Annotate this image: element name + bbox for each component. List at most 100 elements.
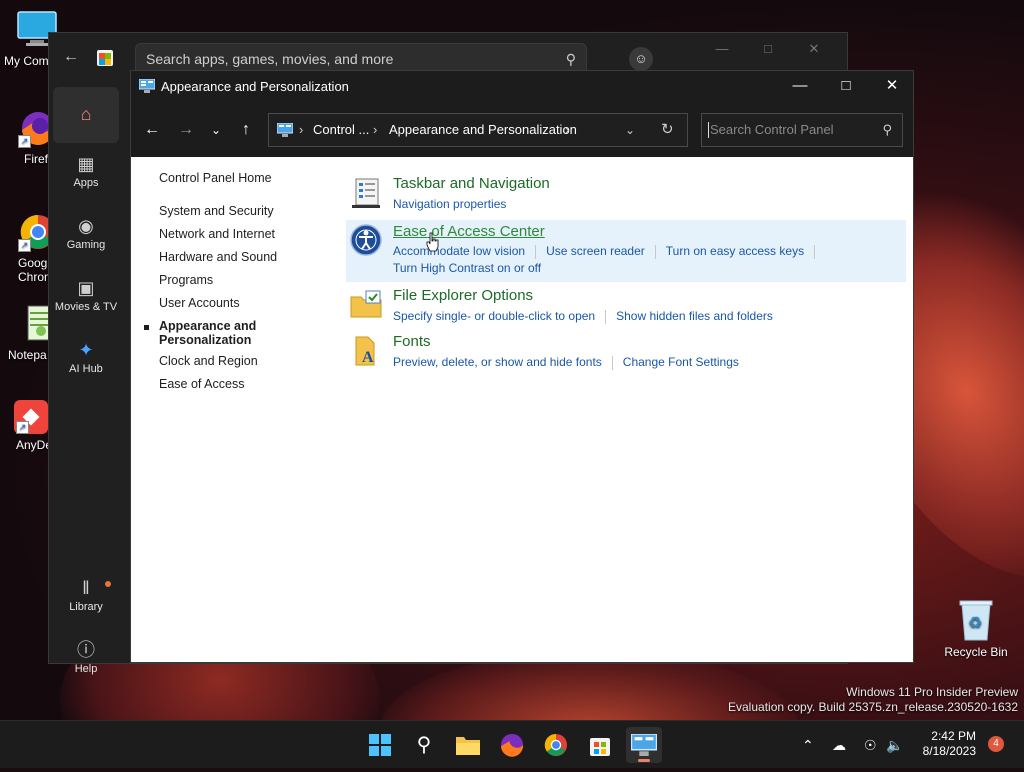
taskbar-chrome[interactable] (538, 727, 574, 763)
movies-icon: ▣ (77, 278, 95, 298)
taskbar-search-button[interactable]: ⚲ (406, 727, 442, 763)
control-panel-icon (139, 79, 155, 93)
store-nav-label: Gaming (66, 239, 106, 251)
hand-cursor-icon (426, 232, 439, 252)
taskbar: ⚲ ⌃ ☁ ☉ 🔈 2:42 PM 8/18/2023 4 (0, 720, 1024, 768)
active-bullet (144, 325, 149, 330)
search-control-panel-input[interactable]: Search Control Panel ⚲ (701, 113, 903, 147)
nav-clock-and-region[interactable]: Clock and Region (159, 354, 258, 368)
close-button[interactable]: ✕ (869, 71, 915, 103)
anydesk-icon: ↗ (14, 400, 48, 434)
category-title[interactable]: Fonts (393, 333, 431, 350)
minimize-button[interactable]: — (699, 41, 745, 56)
desktop-icon-recycle-bin[interactable]: ♻ Recycle Bin (940, 598, 1012, 659)
store-nav-ai-hub[interactable]: ✦ AI Hub (53, 337, 119, 393)
category-file-explorer-options: File Explorer Options Specify single- or… (346, 287, 906, 327)
show-hidden-icons-button[interactable]: ⌃ (802, 721, 814, 769)
taskbar-store[interactable] (582, 727, 618, 763)
forward-button[interactable]: → (173, 117, 199, 143)
store-nav-library[interactable]: ‖ Library (53, 575, 119, 631)
ease-of-access-icon (350, 224, 382, 256)
chevron-right-icon: › (565, 122, 570, 137)
link-preview-fonts[interactable]: Preview, delete, or show and hide fonts (393, 355, 602, 369)
link-high-contrast[interactable]: Turn High Contrast on or off (393, 261, 541, 275)
control-panel-titlebar: Appearance and Personalization — □ ✕ (131, 71, 913, 103)
nav-network-and-internet[interactable]: Network and Internet (159, 227, 275, 241)
category-title[interactable]: Ease of Access Center (393, 223, 545, 240)
nav-system-and-security[interactable]: System and Security (159, 204, 274, 218)
address-bar[interactable]: › Control ... › Appearance and Personali… (268, 113, 688, 147)
chevron-up-icon: ⌃ (802, 737, 814, 753)
taskbar-control-panel[interactable] (626, 727, 662, 763)
link-change-font-settings[interactable]: Change Font Settings (623, 355, 739, 369)
nav-user-accounts[interactable]: User Accounts (159, 296, 240, 310)
apps-icon: ▦ (77, 154, 95, 174)
chevron-down-icon[interactable]: ⌄ (625, 114, 635, 146)
gamepad-icon: ◉ (78, 216, 94, 236)
nav-control-panel-home[interactable]: Control Panel Home (159, 171, 272, 185)
store-nav-help[interactable]: ⓘ Help (53, 637, 119, 693)
svg-text:A: A (362, 349, 374, 366)
nav-appearance-and-personalization[interactable]: Appearance and Personalization (144, 319, 257, 347)
link-show-hidden-files[interactable]: Show hidden files and folders (616, 309, 773, 323)
link-navigation-properties[interactable]: Navigation properties (393, 197, 506, 211)
notification-dot (105, 581, 111, 587)
category-links: Accommodate low vision Use screen reader T… (393, 244, 825, 259)
taskbar-icon (352, 178, 380, 208)
notification-badge[interactable]: 4 (988, 736, 1004, 752)
nav-programs[interactable]: Programs (159, 273, 213, 287)
chevron-right-icon: › (299, 122, 304, 137)
nav-hardware-and-sound[interactable]: Hardware and Sound (159, 250, 277, 264)
store-nav-label: Library (69, 601, 103, 613)
breadcrumb-control-panel[interactable]: Control ... (313, 114, 369, 146)
recent-locations-button[interactable]: ⌄ (203, 117, 229, 143)
refresh-icon[interactable]: ↻ (661, 114, 674, 146)
nav-label: Appearance and (159, 319, 257, 333)
volume-icon[interactable]: 🔈 (886, 721, 903, 769)
start-button[interactable] (362, 727, 398, 763)
firefox-icon (500, 733, 524, 757)
store-nav-apps[interactable]: ▦ Apps (53, 151, 119, 207)
address-toolbar: ← → ⌄ ↑ › Control ... › Appearance and P… (131, 103, 913, 157)
maximize-button[interactable]: □ (823, 71, 869, 103)
onedrive-icon[interactable]: ☁ (832, 721, 846, 769)
recycle-bin-label: Recycle Bin (944, 645, 1008, 659)
search-icon: ⚲ (882, 122, 892, 137)
sparkle-icon: ✦ (78, 340, 94, 360)
category-title[interactable]: Taskbar and Navigation (393, 175, 550, 192)
category-links: Preview, delete, or show and hide fonts C… (393, 355, 739, 370)
minimize-button[interactable]: — (777, 71, 823, 103)
chrome-icon (544, 733, 568, 757)
close-button[interactable]: ✕ (791, 41, 837, 57)
network-icon[interactable]: ☉ (864, 721, 877, 769)
category-links: Specify single- or double-click to open S… (393, 309, 773, 324)
breadcrumb-appearance[interactable]: Appearance and Personalization (389, 114, 577, 146)
fonts-icon: A (355, 336, 375, 366)
taskbar-firefox[interactable] (494, 727, 530, 763)
store-nav-movies[interactable]: ▣ Movies & TV (53, 275, 119, 331)
store-nav-home[interactable]: ⌂ (53, 87, 119, 143)
store-nav-label: AI Hub (69, 363, 103, 375)
taskbar-clock[interactable]: 2:42 PM 8/18/2023 (912, 729, 976, 759)
category-taskbar-and-navigation: Taskbar and Navigation Navigation proper… (346, 175, 906, 215)
file-explorer-icon (456, 737, 480, 755)
store-nav-gaming[interactable]: ◉ Gaming (53, 213, 119, 269)
category-title[interactable]: File Explorer Options (393, 287, 533, 304)
maximize-button[interactable]: □ (745, 41, 791, 56)
back-arrow-icon[interactable]: ← (63, 47, 83, 67)
store-nav-label: Help (74, 663, 98, 675)
link-easy-access-keys[interactable]: Turn on easy access keys (666, 244, 804, 258)
link-use-screen-reader[interactable]: Use screen reader (546, 244, 645, 258)
help-icon: ⓘ (77, 640, 95, 660)
category-fonts: A Fonts Preview, delete, or show and hid… (346, 333, 906, 373)
search-icon: ⚲ (416, 734, 432, 756)
control-panel-window: Appearance and Personalization — □ ✕ ← →… (130, 70, 914, 663)
link-accommodate-low-vision[interactable]: Accommodate low vision (393, 244, 525, 258)
up-button[interactable]: ↑ (233, 117, 259, 143)
nav-ease-of-access[interactable]: Ease of Access (159, 377, 244, 391)
user-account-icon[interactable]: ☺ (629, 47, 653, 71)
link-single-double-click[interactable]: Specify single- or double-click to open (393, 309, 595, 323)
taskbar-file-explorer[interactable] (450, 727, 486, 763)
windows-watermark: Windows 11 Pro Insider Preview Evaluatio… (728, 685, 1018, 715)
back-button[interactable]: ← (139, 117, 165, 143)
